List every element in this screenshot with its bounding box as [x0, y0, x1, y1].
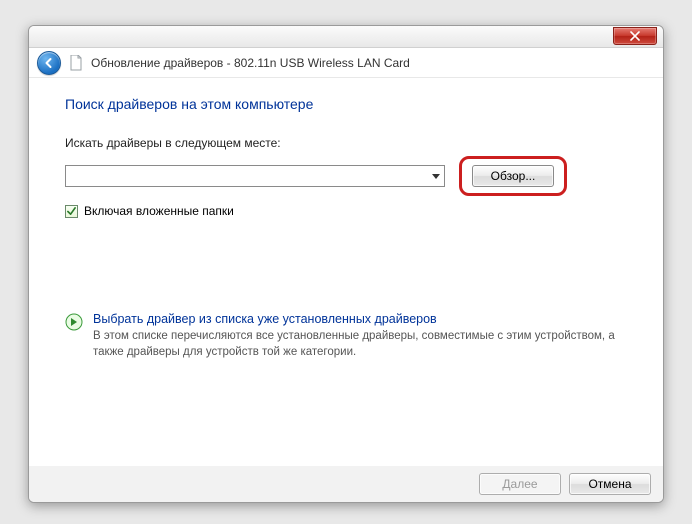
content-area: Поиск драйверов на этом компьютере Искат…: [29, 78, 663, 466]
arrow-left-icon: [43, 57, 55, 69]
include-subfolders-checkbox[interactable]: [65, 205, 78, 218]
include-subfolders-row: Включая вложенные папки: [65, 204, 627, 218]
path-row: Обзор...: [65, 156, 627, 196]
close-icon: [630, 31, 640, 41]
close-button[interactable]: [613, 27, 657, 45]
path-label: Искать драйверы в следующем месте:: [65, 136, 627, 150]
footer-bar: Далее Отмена: [29, 466, 663, 502]
pick-from-list-option[interactable]: Выбрать драйвер из списка уже установлен…: [65, 312, 627, 360]
pick-from-list-text: Выбрать драйвер из списка уже установлен…: [93, 312, 627, 360]
header-bar: Обновление драйверов - 802.11n USB Wirel…: [29, 48, 663, 78]
wizard-window: Обновление драйверов - 802.11n USB Wirel…: [28, 25, 664, 503]
document-icon: [69, 55, 83, 71]
include-subfolders-label: Включая вложенные папки: [84, 204, 234, 218]
arrow-right-icon: [65, 313, 83, 331]
path-input[interactable]: [70, 166, 440, 186]
browse-button[interactable]: Обзор...: [472, 165, 554, 187]
check-icon: [67, 207, 76, 216]
pick-from-list-description: В этом списке перечисляются все установл…: [93, 329, 627, 360]
cancel-button[interactable]: Отмена: [569, 473, 651, 495]
titlebar: [29, 26, 663, 48]
path-combobox[interactable]: [65, 165, 445, 187]
back-button[interactable]: [37, 51, 61, 75]
window-title: Обновление драйверов - 802.11n USB Wirel…: [91, 56, 410, 70]
next-button[interactable]: Далее: [479, 473, 561, 495]
pick-from-list-title: Выбрать драйвер из списка уже установлен…: [93, 312, 627, 326]
page-heading: Поиск драйверов на этом компьютере: [65, 96, 627, 112]
browse-highlight: Обзор...: [459, 156, 567, 196]
